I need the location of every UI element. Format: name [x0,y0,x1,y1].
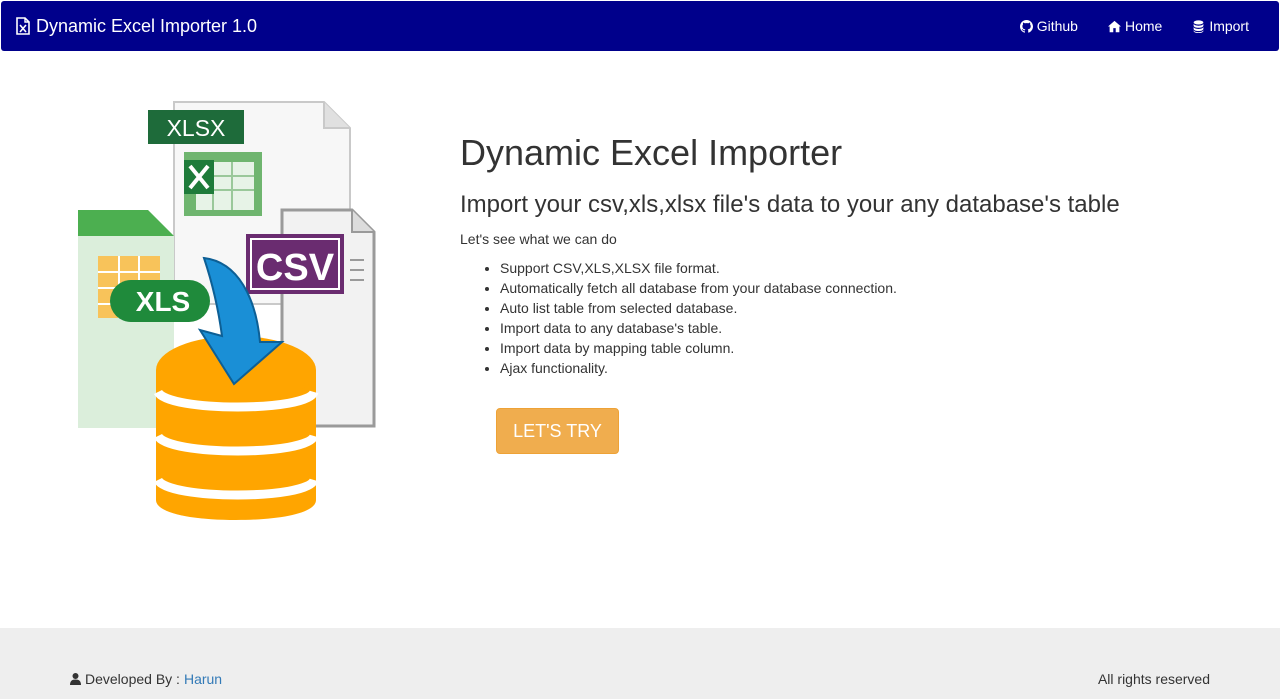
brand-link[interactable]: Dynamic Excel Importer 1.0 [16,1,257,51]
feature-item: Import data to any database's table. [500,318,1220,338]
developer-credit: Developed By : Harun [70,671,222,687]
feature-item: Import data by mapping table column. [500,338,1220,358]
nav-home-label: Home [1124,18,1163,34]
feature-item: Auto list table from selected database. [500,298,1220,318]
intro-text: Let's see what we can do [460,231,617,247]
top-navbar: Dynamic Excel Importer 1.0 Github Home I… [1,1,1279,51]
developer-link[interactable]: Harun [184,671,222,687]
copyright-text: All rights reserved [1097,671,1210,687]
developed-by-label: Developed By : [85,671,180,687]
nav-import-label: Import [1209,18,1249,34]
page-title: Dynamic Excel Importer [460,132,843,173]
excel-file-icon [16,17,30,35]
nav-github[interactable]: Github [1019,18,1078,34]
svg-text:XLSX: XLSX [167,115,226,141]
nav-import[interactable]: Import [1192,18,1249,34]
nav-home[interactable]: Home [1107,18,1163,34]
page-subtitle: Import your csv,xls,xlsx file's data to … [460,191,1120,218]
footer: Developed By : Harun All rights reserved [0,628,1280,699]
nav-github-label: Github [1036,18,1078,34]
svg-text:XLS: XLS [136,286,190,317]
nav-links: Github Home Import [990,1,1249,51]
lets-try-button[interactable]: LET'S TRY [496,408,619,454]
home-icon [1107,20,1121,32]
feature-item: Automatically fetch all database from yo… [500,278,1220,298]
user-icon [70,673,81,685]
database-icon [1193,19,1204,33]
file-to-database-illustration: XLSX CSV XLS [78,101,376,520]
svg-text:CSV: CSV [256,247,335,289]
main-content: Dynamic Excel Importer Import your csv,x… [460,133,1220,378]
feature-item: Support CSV,XLS,XLSX file format. [500,258,1220,278]
brand-title: Dynamic Excel Importer 1.0 [36,15,258,36]
feature-list: Support CSV,XLS,XLSX file format. Automa… [460,258,1220,378]
github-icon [1019,19,1033,33]
feature-item: Ajax functionality. [500,358,1220,378]
